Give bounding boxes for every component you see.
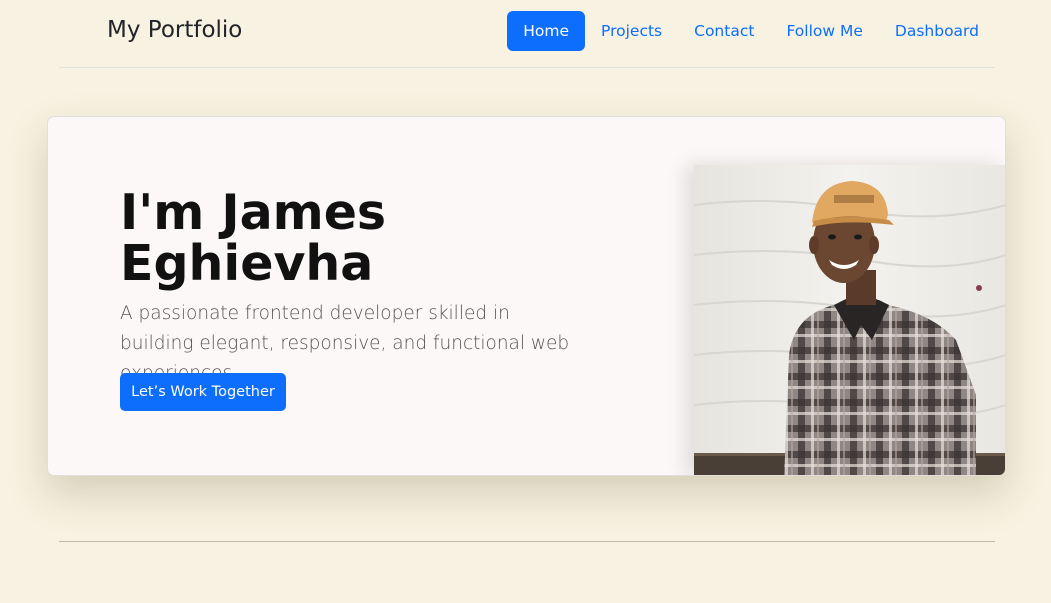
- nav-link-dashboard[interactable]: Dashboard: [879, 11, 995, 51]
- nav-link-contact[interactable]: Contact: [678, 11, 770, 51]
- work-together-button[interactable]: Let’s Work Together: [120, 373, 286, 411]
- nav-link-follow-me[interactable]: Follow Me: [770, 11, 878, 51]
- navbar: My Portfolio Home Projects Contact Follo…: [59, 0, 995, 68]
- section-divider: [59, 541, 995, 542]
- nav-link-projects[interactable]: Projects: [585, 11, 678, 51]
- nav-links: Home Projects Contact Follow Me Dashboar…: [507, 11, 995, 51]
- hero-title: I'm James Eghievha: [120, 184, 387, 292]
- nav-link-home[interactable]: Home: [507, 11, 586, 51]
- profile-photo-illustration: [694, 165, 1005, 475]
- hero-card: I'm James Eghievha A passionate frontend…: [47, 116, 1006, 476]
- profile-photo: [694, 165, 1005, 475]
- brand-logo[interactable]: My Portfolio: [107, 17, 242, 43]
